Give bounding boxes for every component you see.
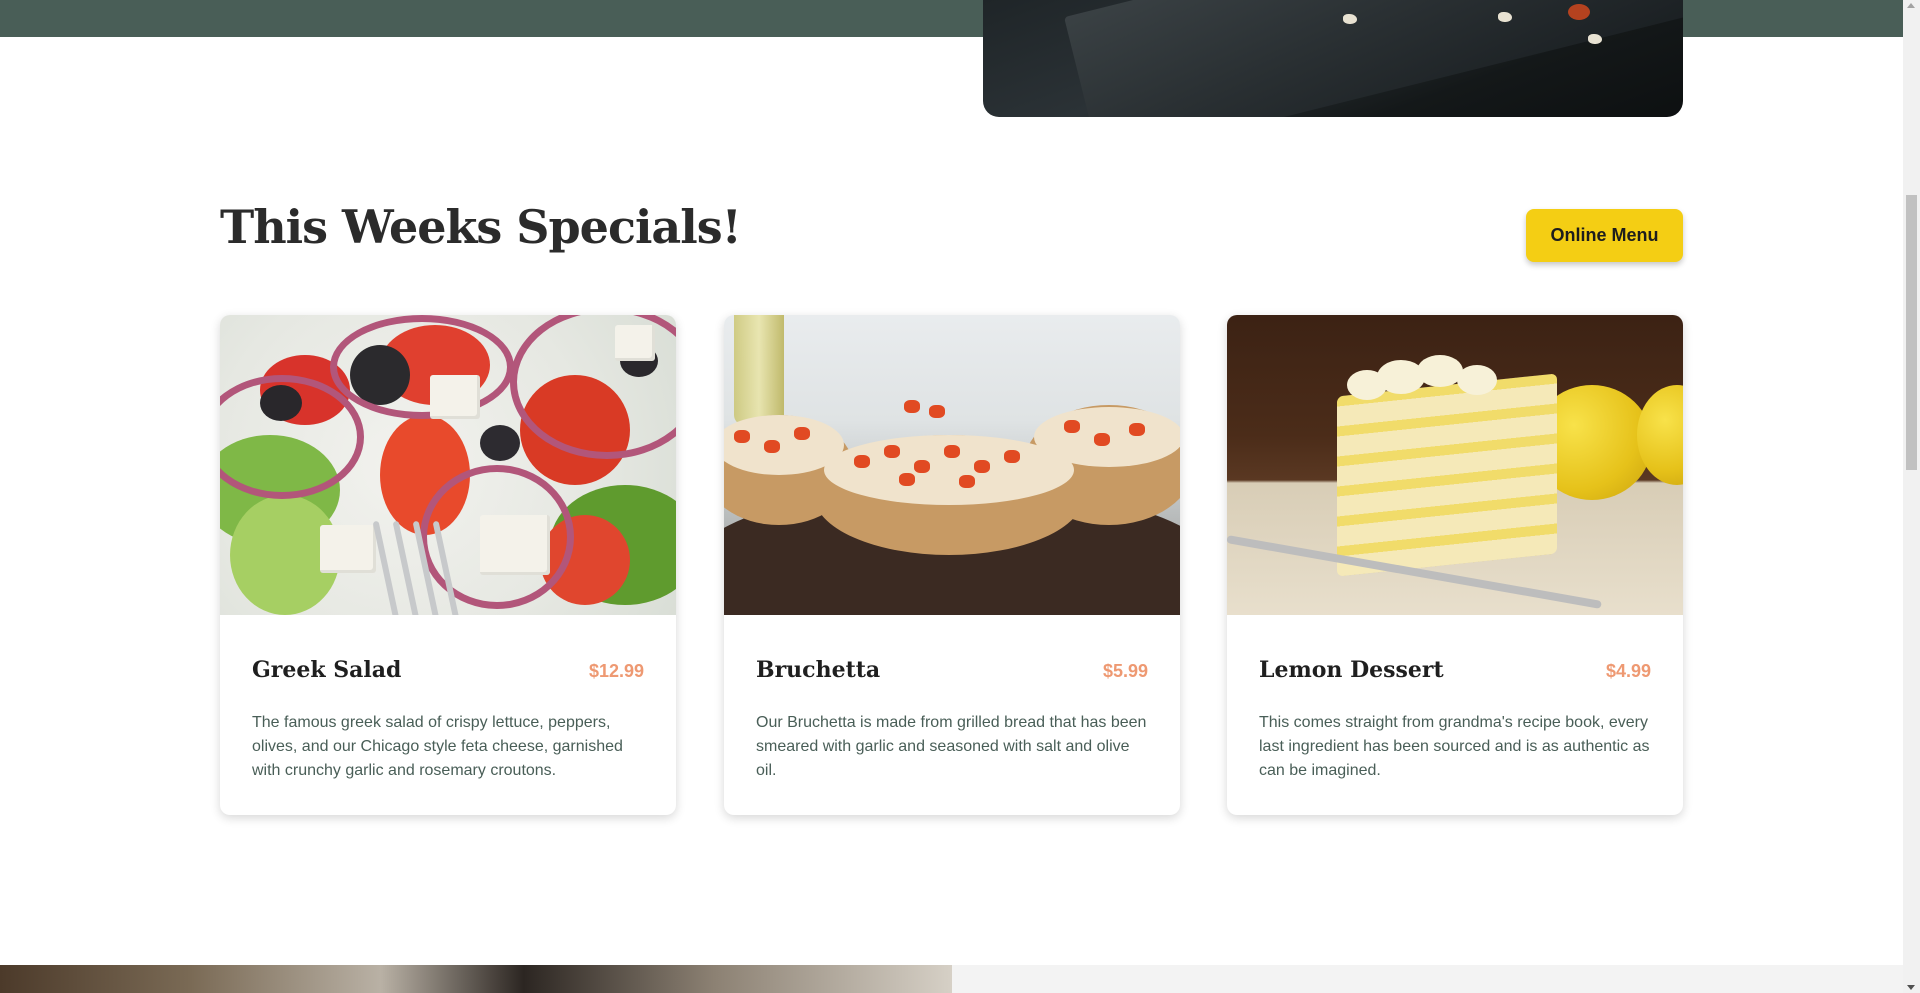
next-section-image <box>0 965 952 993</box>
crumb-graphic <box>1343 14 1357 24</box>
crumb-graphic <box>1588 34 1602 44</box>
lemon-dessert-image <box>1227 315 1683 615</box>
card-title: Bruchetta <box>756 657 881 683</box>
slate-board-graphic <box>1064 0 1683 117</box>
special-card-lemon-dessert[interactable]: Lemon Dessert $4.99 This comes straight … <box>1227 315 1683 815</box>
card-price: $5.99 <box>1102 661 1148 681</box>
special-card-bruchetta[interactable]: Bruchetta $5.99 Our Bruchetta is made fr… <box>724 315 1180 815</box>
card-price: $4.99 <box>1605 661 1651 681</box>
card-price: $12.99 <box>588 661 644 681</box>
tomato-graphic <box>1568 4 1590 20</box>
card-title: Greek Salad <box>252 657 402 683</box>
bruchetta-image <box>724 315 1180 615</box>
next-section-panel <box>952 965 1903 993</box>
scroll-thumb[interactable] <box>1906 195 1917 470</box>
card-description: Our Bruchetta is made from grilled bread… <box>756 714 1147 779</box>
crumb-graphic <box>1498 12 1512 22</box>
special-card-greek-salad[interactable]: Greek Salad $12.99 The famous greek sala… <box>220 315 676 815</box>
card-description: The famous greek salad of crispy lettuce… <box>252 714 623 779</box>
section-title: This Weeks Specials! <box>220 200 742 254</box>
scroll-up-arrow-icon[interactable] <box>1907 3 1915 8</box>
scroll-down-arrow-icon[interactable] <box>1907 985 1915 990</box>
hero-image <box>983 0 1683 117</box>
card-description: This comes straight from grandma's recip… <box>1259 714 1650 779</box>
greek-salad-image <box>220 315 676 615</box>
page-scrollbar[interactable] <box>1903 0 1920 993</box>
online-menu-button[interactable]: Online Menu <box>1526 209 1683 262</box>
card-title: Lemon Dessert <box>1259 657 1444 683</box>
